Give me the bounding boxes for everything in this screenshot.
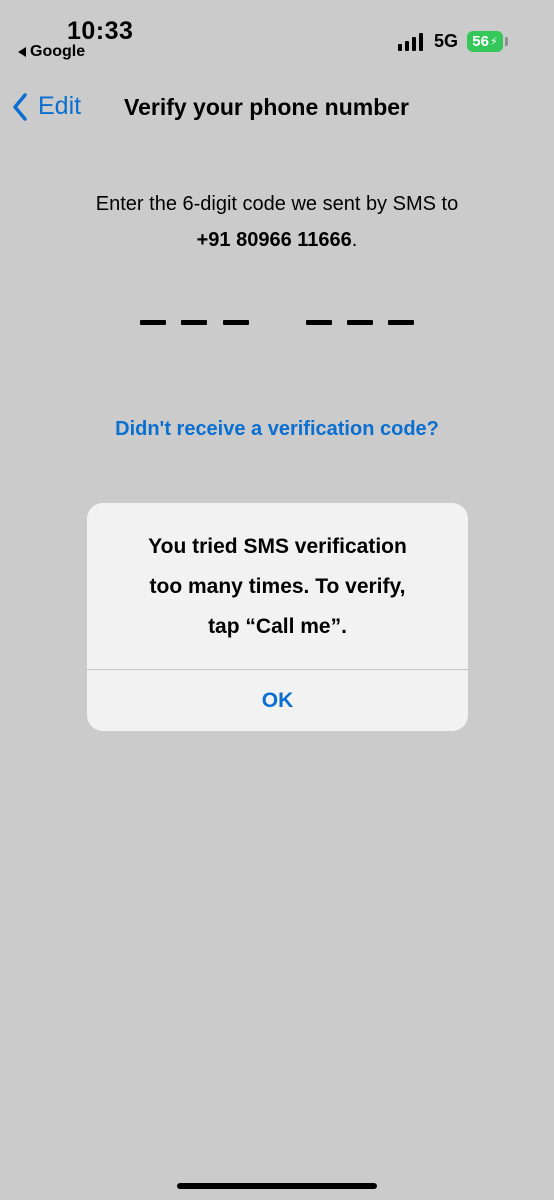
code-digit-slot [347,320,373,325]
back-to-app-link[interactable]: Google [18,43,85,61]
battery-level: 56 [472,33,489,50]
status-time: 10:33 [67,17,134,45]
code-digit-slot [181,320,207,325]
instruction-text: Enter the 6-digit code we sent by SMS to… [0,186,554,258]
phone-suffix: . [351,229,358,251]
alert-message-line: You tried SMS verification [148,535,407,558]
alert-dialog: You tried SMS verification too many time… [87,503,468,731]
back-app-label: Google [30,43,86,60]
network-type: 5G [434,31,459,51]
status-bar: 10:33 Google 5G 56 ⚡ [0,0,554,70]
edit-back-button[interactable]: Edit [12,92,81,121]
instruction-line: Enter the 6-digit code we sent by SMS to [95,193,459,215]
alert-message: You tried SMS verification too many time… [87,527,468,647]
code-digit-slot [388,320,414,325]
back-triangle-icon [18,47,26,57]
alert-message-line: tap “Call me”. [208,615,347,638]
page-title: Verify your phone number [124,94,409,120]
battery-tip [505,37,508,46]
alert-message-line: too many times. To verify, [149,575,406,598]
phone-number: +91 80966 11666 [196,229,352,251]
back-button-label: Edit [38,92,82,120]
home-indicator[interactable] [177,1183,377,1189]
signal-bars-icon [398,33,424,51]
ok-button[interactable]: OK [87,670,468,731]
code-digit-slot [306,320,332,325]
navigation-bar: Edit Verify your phone number [0,80,554,136]
charging-bolt-icon: ⚡ [489,36,498,48]
code-digit-slot [140,320,166,325]
battery-icon: 56 ⚡ [467,31,503,52]
code-digit-slot [223,320,249,325]
phone-line: +91 80966 11666. [0,222,554,258]
chevron-left-icon [13,92,27,121]
resend-code-link[interactable]: Didn't receive a verification code? [0,418,554,441]
verification-code-input[interactable] [140,320,414,340]
